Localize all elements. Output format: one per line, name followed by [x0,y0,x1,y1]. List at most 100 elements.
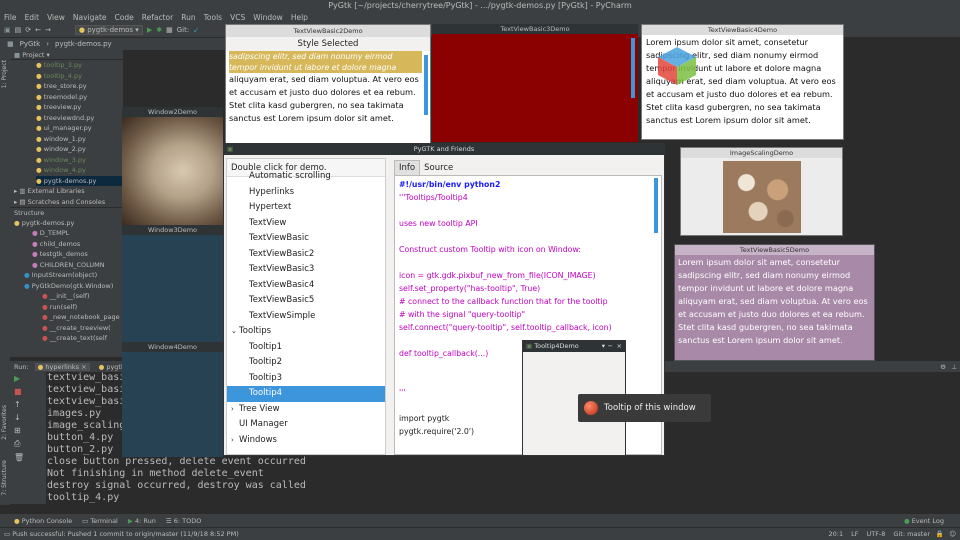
chevron-right-icon[interactable]: › [231,402,239,418]
structure-item[interactable]: ● run(self) [10,302,123,313]
tab-terminal[interactable]: ▭ Terminal [82,517,118,525]
project-file[interactable]: ● tree_store.py [36,81,123,92]
project-file[interactable]: ● treeview.py [36,102,123,113]
sync-icon[interactable]: ⟳ [25,26,31,34]
structure-item[interactable]: ● __create_text(self [10,333,123,344]
inspector-icon[interactable]: ☺ [949,530,956,538]
demo-list-item[interactable]: TextViewBasic5 [227,293,385,309]
textview-basic4-demo[interactable]: TextViewBasic4Demo Lorem ipsum dolor sit… [641,24,844,140]
demo-list-item[interactable]: TextViewBasic4 [227,278,385,294]
menu-item-view[interactable]: View [43,13,69,22]
demo-list-item[interactable]: Hypertext [227,200,385,216]
project-file[interactable]: ● ui_manager.py [36,123,123,134]
folder-icon[interactable]: ▣ [4,26,11,34]
scroll-up-icon[interactable]: ↑ [10,398,46,411]
scrollbar[interactable] [424,55,428,115]
git-branch[interactable]: Git: master [893,530,930,538]
structure-item[interactable]: ● __create_treeview( [10,323,123,334]
save-icon[interactable]: ▤ [15,26,22,34]
demo-list-item[interactable]: TextViewSimple [227,309,385,325]
menu-item-run[interactable]: Run [177,13,199,22]
demo-list-item[interactable]: UI Manager [227,417,385,433]
structure-item[interactable]: ● InputStream(object) [10,270,123,281]
project-file[interactable]: ● tooltip_4.py [36,71,123,82]
delete-icon[interactable]: 🗑 [10,451,46,464]
demo-list-item[interactable]: Tooltip3 [227,371,385,387]
demo-list-item[interactable]: ⌄ Tooltips [227,324,385,340]
rerun-icon[interactable]: ▶ [10,372,46,385]
breadcrumb-file[interactable]: pygtk-demos.py [52,40,115,48]
chevron-down-icon[interactable]: ▾ [602,341,605,352]
menu-item-window[interactable]: Window [249,13,287,22]
line-separator[interactable]: LF [851,530,858,538]
structure-item[interactable]: ● CHILDREN_COLUMN [10,260,123,271]
gear-icon[interactable]: ⚙ [940,363,946,371]
scratches[interactable]: ▸ ▤ Scratches and Consoles [10,197,123,208]
back-icon[interactable]: ← [35,26,41,34]
structure-item[interactable]: ● __init__(self) [10,291,123,302]
menu-item-vcs[interactable]: VCS [226,13,249,22]
run-config-select[interactable]: ● pygtk-demos ▾ [74,25,143,35]
demo-list-item[interactable]: Tooltip2 [227,355,385,371]
tab-python-console[interactable]: ● Python Console [14,517,72,525]
scroll-down-icon[interactable]: ↓ [10,411,46,424]
scrollbar[interactable] [654,178,658,233]
demo-tree[interactable]: Double click for demo. Automatic scrolli… [226,158,386,455]
structure-item[interactable]: ● _new_notebook_page [10,312,123,323]
tab-todo[interactable]: ☰ 6: TODO [166,517,202,525]
structure-item[interactable]: ● pygtk-demos.py [10,218,123,229]
menu-item-refactor[interactable]: Refactor [138,13,177,22]
project-file[interactable]: ● tooltip_3.py [36,60,123,71]
tab-info[interactable]: Info [394,160,421,175]
demo-list-item[interactable]: › Windows [227,433,385,449]
side-tab-project[interactable]: 1: Project [1,60,8,88]
tab-event-log[interactable]: ● Event Log [904,517,944,525]
demo-list-item[interactable]: Automatic scrolling [227,169,385,185]
minimize-icon[interactable]: ⊥ [951,363,957,371]
structure-item[interactable]: ● PyGtkDemo(gtk.Window) [10,281,123,292]
window3-demo[interactable]: Window3Demo [122,225,223,343]
stop-icon[interactable]: ■ [10,385,46,398]
structure-item[interactable]: ● child_demos [10,239,123,250]
lock-icon[interactable]: 🔒 [936,530,944,538]
project-file[interactable]: ● pygtk-demos.py [36,175,123,186]
external-libraries[interactable]: ▸ ▥ External Libraries [10,186,123,197]
close-icon[interactable]: × [617,341,622,352]
demo-list-item[interactable]: TextViewBasic3 [227,262,385,278]
demo-list-item[interactable]: › Tree View [227,402,385,418]
demo-list-item[interactable]: Tooltip4 [227,386,385,402]
chevron-down-icon[interactable]: ⌄ [231,324,239,340]
tab-source[interactable]: Source [420,161,457,175]
menu-item-code[interactable]: Code [111,13,138,22]
menu-item-edit[interactable]: Edit [21,13,44,22]
side-tab-structure[interactable]: 7: Structure [1,460,8,496]
menu-item-tools[interactable]: Tools [200,13,226,22]
project-file[interactable]: ● window_1.py [36,134,123,145]
demo-list-item[interactable]: Tooltip1 [227,340,385,356]
run-tab-hyperlinks[interactable]: ● hyperlinks × [34,362,90,371]
project-file[interactable]: ● window_4.py [36,165,123,176]
tab-run[interactable]: ▶ 4: Run [128,517,156,525]
cursor-position[interactable]: 20:1 [828,530,843,538]
encoding[interactable]: UTF-8 [866,530,885,538]
project-file[interactable]: ● window_2.py [36,144,123,155]
debug-icon[interactable]: ✱ [156,26,162,34]
chevron-right-icon[interactable]: › [231,433,239,449]
git-update-icon[interactable]: ↙ [193,26,199,34]
pin-icon[interactable]: ⊞ [10,424,46,437]
textview-basic3-demo[interactable]: TextViewBasic3Demo [432,24,638,142]
image-scaling-demo[interactable]: ImageScalingDemo [680,147,843,236]
textview-basic5-demo[interactable]: TextViewBasic5Demo Lorem ipsum dolor sit… [674,244,875,361]
menu-item-file[interactable]: File [0,13,21,22]
scrollbar[interactable] [631,38,635,98]
structure-item[interactable]: ● D_TEMPL [10,228,123,239]
forward-icon[interactable]: → [45,26,51,34]
menu-item-navigate[interactable]: Navigate [69,13,111,22]
run-icon[interactable]: ▶ [147,26,152,34]
project-file[interactable]: ● window_3.py [36,155,123,166]
project-file[interactable]: ● treemodel.py [36,92,123,103]
coverage-icon[interactable]: ▦ [166,26,173,34]
structure-item[interactable]: ● testgtk_demos [10,249,123,260]
demo-list-item[interactable]: TextViewBasic2 [227,247,385,263]
demo-list-item[interactable]: TextView [227,216,385,232]
